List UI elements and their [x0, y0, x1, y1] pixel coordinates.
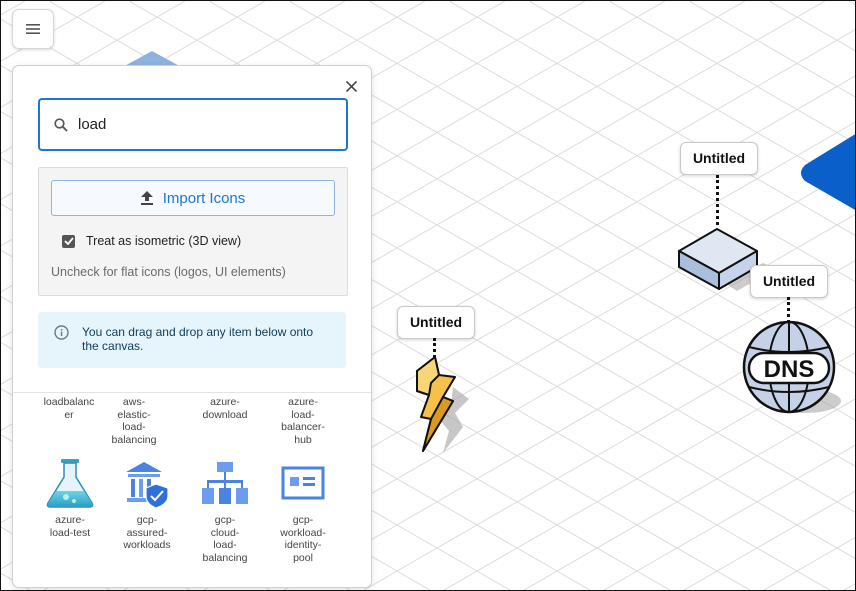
bank-shield-icon: [126, 462, 169, 508]
result-item-gcp-workload-identity-pool[interactable]: gcp-workload-identity-pool: [271, 456, 335, 564]
node-label-block[interactable]: Untitled: [680, 142, 758, 175]
checkmark-icon: [63, 237, 74, 245]
result-label: azure-load-test: [49, 514, 91, 539]
result-label: azure-load-balancer-hub: [281, 396, 325, 446]
import-icons-button[interactable]: Import Icons: [51, 180, 335, 216]
node-connector: [716, 175, 719, 225]
node-label-lightning[interactable]: Untitled: [397, 306, 475, 339]
dns-text: DNS: [764, 356, 815, 383]
search-input[interactable]: [76, 115, 320, 134]
info-icon: [54, 325, 69, 340]
canvas-shape-partial-right[interactable]: [795, 131, 856, 215]
app-frame: Untitled Untitled Untitled DNS load Impo…: [0, 0, 856, 591]
drag-drop-info: You can drag and drop any item below ont…: [38, 312, 346, 368]
result-label: gcp-assured-workloads: [123, 514, 171, 551]
results-divider: [13, 392, 371, 393]
result-label: azure-download: [202, 396, 248, 421]
result-label: gcp-cloud-load-balancing: [202, 514, 248, 564]
import-icons-label: Import Icons: [162, 189, 246, 207]
result-item-azure-download[interactable]: azure-download: [193, 396, 257, 421]
search-icon: [54, 117, 68, 132]
id-card-icon: [281, 466, 325, 500]
drag-drop-info-text: You can drag and drop any item below ont…: [82, 325, 314, 353]
result-label: loadbalancer: [43, 396, 95, 421]
result-item-gcp-cloud-load-balancing[interactable]: gcp-cloud-load-balancing: [193, 456, 257, 564]
result-item-azure-load-balancer-hub[interactable]: azure-load-balancer-hub: [271, 396, 335, 446]
isometric-checkbox-row[interactable]: Treat as isometric (3D view): [62, 234, 241, 248]
result-item-loadbalancer[interactable]: loadbalancer: [37, 396, 101, 421]
menu-button[interactable]: [12, 9, 54, 49]
close-icon: [345, 80, 357, 92]
lightning-bolt-icon[interactable]: [409, 353, 469, 455]
flask-icon: [46, 459, 94, 508]
isometric-checkbox[interactable]: [62, 234, 75, 248]
dns-globe-icon[interactable]: DNS: [739, 319, 847, 419]
node-label-dns[interactable]: Untitled: [750, 265, 828, 298]
flat-icons-hint: Uncheck for flat icons (logos, UI elemen…: [51, 265, 286, 279]
hierarchy-icon: [202, 462, 248, 504]
search-field[interactable]: [38, 98, 348, 151]
close-panel-button[interactable]: [341, 76, 361, 96]
import-section: Import Icons Treat as isometric (3D view…: [38, 167, 348, 296]
result-label: gcp-workload-identity-pool: [280, 514, 326, 564]
icon-picker-panel: Import Icons Treat as isometric (3D view…: [12, 65, 372, 588]
upload-icon: [140, 191, 153, 205]
result-item-azure-load-test[interactable]: azure-load-test: [38, 456, 102, 539]
hamburger-menu-icon: [26, 24, 40, 34]
result-item-gcp-assured-workloads[interactable]: gcp-assured-workloads: [115, 456, 179, 552]
result-item-aws-elastic-load-balancing[interactable]: aws-elastic-load-balancing: [101, 396, 167, 446]
result-label: aws-elastic-load-balancing: [111, 396, 157, 446]
isometric-checkbox-label: Treat as isometric (3D view): [86, 234, 242, 248]
